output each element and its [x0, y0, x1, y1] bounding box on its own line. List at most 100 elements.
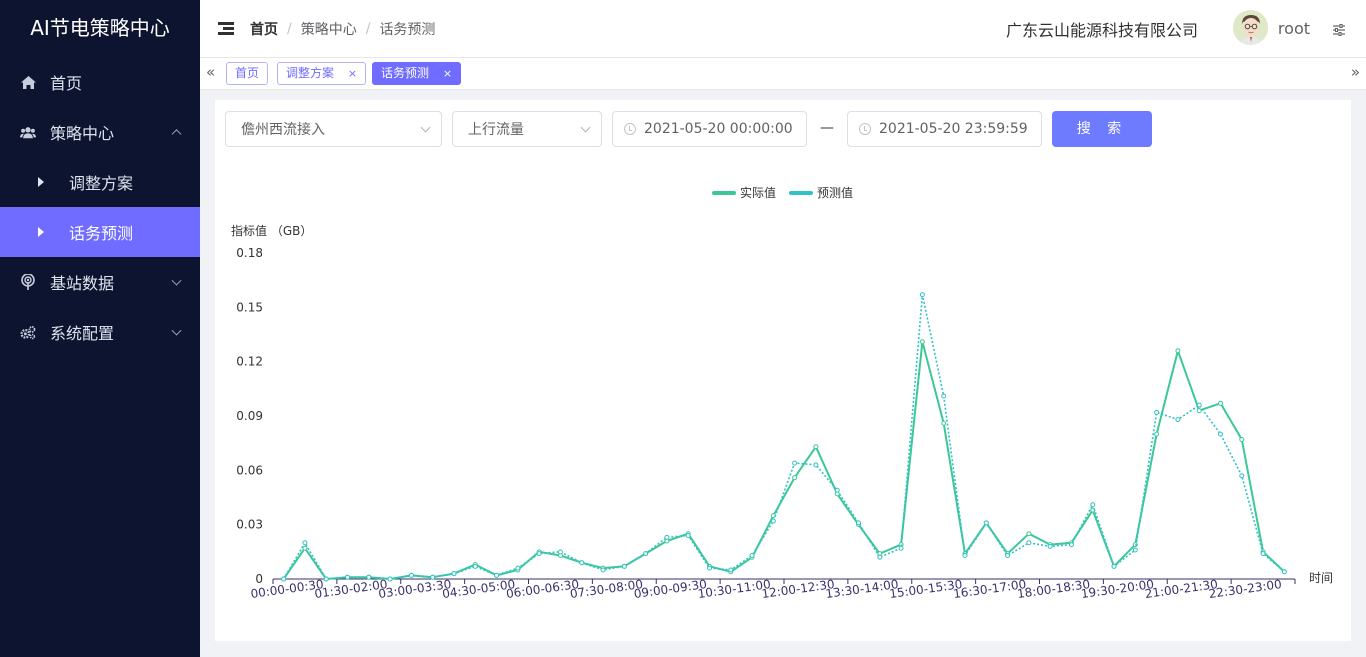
actual-data-point	[941, 420, 947, 426]
predicted-data-point	[1132, 547, 1138, 553]
start-time-input[interactable]: 2021-05-20 00:00:00	[612, 111, 807, 147]
chevron-down-icon	[420, 122, 431, 133]
y-tick-label: 0.15	[236, 300, 263, 314]
predicted-data-point	[536, 551, 542, 557]
metric-select-value: 上行流量	[468, 122, 524, 138]
predicted-data-point	[834, 487, 840, 493]
sidebar-item-traffic-forecast[interactable]: 话务预测	[0, 207, 200, 257]
legend-swatch	[789, 191, 813, 195]
predicted-data-point	[515, 565, 521, 571]
end-time-value: 2021-05-20 23:59:59	[879, 121, 1028, 137]
predicted-data-point	[430, 574, 436, 580]
sidebar-item-label: 策略中心	[50, 124, 115, 143]
site-select-value: 儋州西流接入	[241, 122, 325, 138]
home-icon	[20, 74, 36, 90]
predicted-data-point	[962, 552, 968, 558]
tag-adjust-plan[interactable]: 调整方案 ×	[277, 62, 367, 85]
site-select[interactable]: 儋州西流接入	[225, 111, 442, 147]
actual-data-point	[1196, 408, 1202, 414]
caret-right-icon	[38, 177, 44, 187]
predicted-data-point	[1047, 543, 1053, 549]
caret-right-icon	[38, 227, 44, 237]
tag-traffic-forecast[interactable]: 话务预测 ×	[372, 62, 462, 85]
legend-label: 预测值	[817, 185, 853, 200]
y-tick-label: 0.06	[236, 463, 263, 477]
predicted-data-point	[856, 520, 862, 526]
sidebar-item-base-station-data[interactable]: 基站数据	[0, 257, 200, 307]
actual-data-point	[1026, 531, 1032, 537]
predicted-data-point	[770, 518, 776, 524]
predicted-data-point	[494, 572, 500, 578]
breadcrumb-home[interactable]: 首页	[250, 19, 278, 39]
clock-icon	[624, 123, 636, 135]
app-title: AI节电策略中心	[30, 16, 170, 40]
predicted-data-point	[1281, 569, 1287, 575]
actual-data-point	[1217, 400, 1223, 406]
sidebar-item-label: 话务预测	[69, 224, 134, 243]
username[interactable]: root	[1278, 19, 1310, 38]
predicted-data-point	[1196, 402, 1202, 408]
predicted-data-point	[749, 552, 755, 558]
settings-sliders-icon[interactable]	[1332, 22, 1346, 36]
predicted-data-point	[557, 549, 563, 555]
predicted-data-point	[387, 576, 393, 582]
predicted-data-point	[621, 563, 627, 569]
predicted-data-point	[1111, 563, 1117, 569]
sidebar-item-home[interactable]: 首页	[0, 57, 200, 107]
chevron-down-icon	[580, 122, 591, 133]
tag-label: 话务预测	[381, 66, 430, 80]
predicted-data-point	[813, 462, 819, 468]
tag-home[interactable]: 首页	[226, 62, 269, 85]
sidebar-item-label: 调整方案	[69, 174, 134, 193]
y-tick-label: 0	[255, 572, 263, 586]
end-time-input[interactable]: 2021-05-20 23:59:59	[847, 111, 1042, 147]
search-button[interactable]: 搜 索	[1052, 111, 1152, 147]
close-icon[interactable]: ×	[443, 67, 452, 80]
actual-data-point	[792, 475, 798, 481]
breadcrumb-strategy-center[interactable]: 策略中心	[301, 19, 357, 39]
chevron-up-icon	[171, 129, 182, 140]
chevron-down-icon	[171, 275, 182, 286]
breadcrumb-separator: /	[365, 20, 371, 37]
predicted-data-point	[941, 393, 947, 399]
scroll-right-icon[interactable]: »	[1351, 58, 1360, 89]
predicted-data-point	[1068, 542, 1074, 548]
legend-label: 实际值	[740, 185, 776, 200]
predicted-data-point	[1090, 502, 1096, 508]
predicted-data-point	[451, 571, 457, 577]
sidebar-item-label: 系统配置	[50, 324, 115, 343]
y-tick-label: 0.12	[236, 355, 263, 369]
predicted-data-point	[643, 551, 649, 557]
sidebar-item-strategy-center[interactable]: 策略中心	[0, 107, 200, 157]
predicted-data-point	[1239, 473, 1245, 479]
predicted-data-point	[792, 460, 798, 466]
actual-data-point	[1239, 437, 1245, 443]
predicted-series-line	[282, 293, 1285, 580]
x-axis-label: 时间	[1309, 571, 1333, 585]
company-name: 广东云山能源科技有限公司	[1005, 20, 1198, 40]
range-separator: —	[820, 120, 834, 136]
tags-view: « 首页 调整方案 × 话务预测 × »	[200, 57, 1366, 90]
close-icon[interactable]: ×	[348, 67, 357, 80]
sidebar-item-system-config[interactable]: 系统配置	[0, 307, 200, 357]
predicted-data-point	[600, 567, 606, 573]
predicted-data-point	[345, 574, 351, 580]
clock-icon	[859, 123, 871, 135]
breadcrumb-current: 话务预测	[379, 21, 436, 38]
y-tick-label: 0.03	[236, 518, 263, 532]
predicted-data-point	[685, 533, 691, 539]
gears-icon	[20, 324, 36, 340]
predicted-data-point	[366, 574, 372, 580]
predicted-data-point	[302, 540, 308, 546]
scroll-left-icon[interactable]: «	[206, 58, 215, 89]
predicted-data-point	[281, 576, 287, 582]
menu-toggle-icon[interactable]	[218, 22, 234, 35]
predicted-data-point	[579, 560, 585, 566]
tag-label: 调整方案	[286, 66, 335, 80]
sidebar-item-adjust-plan[interactable]: 调整方案	[0, 157, 200, 207]
actual-data-point	[919, 339, 925, 345]
avatar[interactable]	[1233, 10, 1268, 45]
traffic-line-chart: 实际值 预测值指标值 （GB）00.030.060.090.120.150.180…	[231, 185, 1333, 601]
predicted-data-point	[1260, 551, 1266, 557]
metric-select[interactable]: 上行流量	[452, 111, 602, 147]
